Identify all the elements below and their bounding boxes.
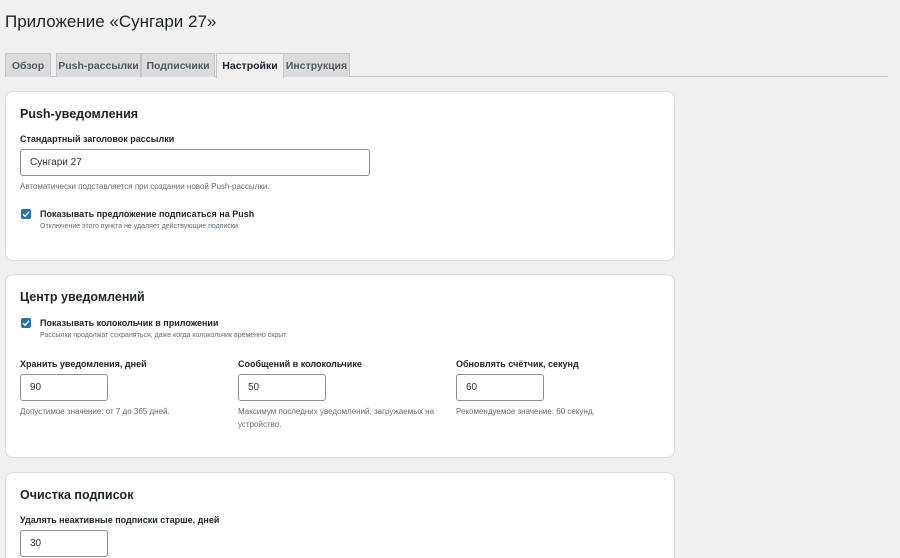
tab-subscribers[interactable]: Подписчики	[141, 53, 215, 77]
refresh-seconds-input[interactable]: 60	[456, 374, 544, 401]
default-header-input[interactable]: Сунгари 27	[20, 149, 370, 176]
bell-hint: Рассылки продолжат сохраняться, даже ког…	[40, 332, 288, 339]
notification-center-card: Центр уведомлений Показывать колокольчик…	[5, 274, 675, 458]
checkmark-icon	[22, 211, 30, 218]
default-header-label: Стандартный заголовок рассылки	[20, 134, 175, 144]
push-section-title: Push-уведомления	[20, 107, 139, 121]
cleanup-card: Очистка подписок Удалять неактивные подп…	[5, 472, 675, 558]
keep-days-label: Хранить уведомления, дней	[20, 359, 147, 369]
bell-checkbox[interactable]	[21, 318, 31, 328]
checkmark-icon	[22, 320, 30, 327]
bell-label: Показывать колокольчик в приложении	[40, 318, 219, 328]
push-offer-hint: Отключение этого пункта не удаляет дейст…	[40, 223, 240, 230]
page-title: Приложение «Сунгари 27»	[5, 12, 217, 31]
keep-days-input[interactable]: 90	[20, 374, 108, 401]
tab-bar: Обзор Push-рассылки Подписчики Настройки…	[5, 53, 888, 78]
tab-instructions[interactable]: Инструкция	[283, 53, 350, 77]
cleanup-section-title: Очистка подписок	[20, 488, 134, 502]
tab-push-mailings[interactable]: Push-рассылки	[56, 53, 141, 77]
push-offer-label: Показывать предложение подписаться на Pu…	[40, 209, 255, 219]
bell-count-input[interactable]: 50	[238, 374, 326, 401]
refresh-seconds-label: Обновлять счётчик, секунд	[456, 359, 579, 369]
refresh-seconds-hint: Рекомендуемое значение: 60 секунд.	[456, 407, 595, 416]
push-settings-card: Push-уведомления Стандартный заголовок р…	[5, 91, 675, 261]
bell-count-hint: Максимум последних уведомлений, загружае…	[238, 407, 435, 429]
tab-overview[interactable]: Обзор	[5, 53, 51, 77]
tab-settings[interactable]: Настройки	[216, 53, 284, 78]
bell-count-label: Сообщений в колокольчике	[238, 359, 362, 369]
cleanup-days-input[interactable]: 30	[20, 530, 108, 557]
center-section-title: Центр уведомлений	[20, 290, 145, 304]
keep-days-hint: Допустимое значение: от 7 до 365 дней.	[20, 407, 170, 416]
default-header-hint: Автоматически подставляется при создании…	[20, 182, 270, 191]
cleanup-days-label: Удалять неактивные подписки старше, дней	[20, 515, 220, 525]
push-offer-checkbox[interactable]	[21, 209, 31, 219]
